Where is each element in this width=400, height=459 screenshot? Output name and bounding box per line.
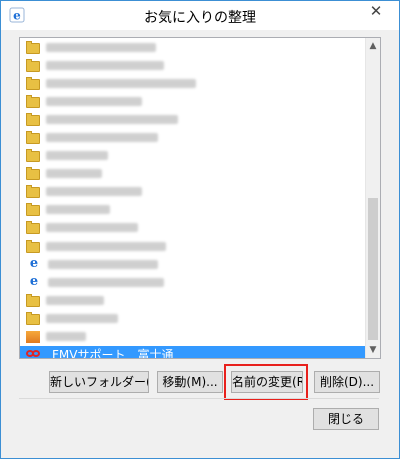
vertical-scrollbar[interactable]: ▲ ▼	[365, 38, 380, 358]
list-item[interactable]	[20, 201, 365, 219]
folder-icon	[26, 203, 40, 217]
blurred-item-label	[46, 114, 178, 124]
scrollbar-thumb[interactable]	[368, 198, 378, 340]
selected-item-label: FMVサポート 富士通	[52, 348, 174, 359]
new-folder-button[interactable]: 新しいフォルダー(N)	[49, 371, 149, 393]
list-item[interactable]	[20, 56, 365, 74]
folder-icon	[26, 76, 40, 90]
move-button[interactable]: 移動(M)...	[157, 371, 223, 393]
blurred-item-label	[46, 223, 138, 233]
rename-button[interactable]: 名前の変更(R)	[231, 371, 303, 393]
close-button[interactable]: 閉じる	[313, 408, 379, 430]
blurred-item-label	[46, 133, 158, 143]
list-item[interactable]	[20, 183, 365, 201]
blurred-item-label	[48, 259, 158, 269]
list-item-selected[interactable]: FMVサポート 富士通	[20, 345, 365, 359]
close-window-button[interactable]: ✕	[363, 1, 389, 21]
list-item[interactable]	[20, 165, 365, 183]
folder-icon	[26, 94, 40, 108]
scroll-down-arrow-icon[interactable]: ▼	[366, 342, 380, 358]
list-item[interactable]	[20, 38, 365, 56]
folder-icon	[26, 149, 40, 163]
blurred-item-label	[46, 241, 166, 251]
list-item[interactable]	[20, 328, 365, 346]
ie-link-icon: e	[29, 274, 39, 290]
list-item[interactable]	[20, 74, 365, 92]
list-item[interactable]	[20, 291, 365, 309]
delete-button[interactable]: 削除(D)...	[314, 371, 380, 393]
list-item[interactable]	[20, 128, 365, 146]
favorites-rows: e e FMVサポート 富士通	[20, 38, 365, 359]
organize-favorites-dialog: e お気に入りの整理 ✕ ee FMVサポート 富士通 ▲ ▼ 新しいフォルダー(…	[0, 0, 400, 459]
thumbnail-icon	[26, 330, 40, 343]
ie-link-icon: e	[29, 256, 39, 272]
folder-icon	[26, 167, 40, 181]
blurred-item-label	[46, 42, 156, 52]
favorites-list[interactable]: e e FMVサポート 富士通 ▲ ▼	[19, 37, 381, 359]
title-bar: e お気に入りの整理 ✕	[1, 1, 399, 30]
folder-icon	[26, 293, 40, 307]
blurred-item-label	[46, 332, 86, 342]
folder-icon	[26, 112, 40, 126]
list-item[interactable]	[20, 237, 365, 255]
blurred-item-label	[46, 96, 142, 106]
list-item[interactable]	[20, 147, 365, 165]
blurred-item-label	[48, 277, 164, 287]
folder-icon	[26, 311, 40, 325]
folder-icon	[26, 40, 40, 54]
folder-icon	[26, 58, 40, 72]
blurred-item-label	[46, 187, 142, 197]
blurred-item-label	[46, 169, 102, 179]
scroll-up-arrow-icon[interactable]: ▲	[366, 38, 380, 54]
blurred-item-label	[46, 205, 110, 215]
list-item[interactable]	[20, 92, 365, 110]
folder-icon	[26, 239, 40, 253]
window-title: お気に入りの整理	[144, 10, 256, 26]
list-item[interactable]	[20, 219, 365, 237]
blurred-item-label	[46, 151, 108, 161]
folder-icon	[26, 131, 40, 145]
blurred-item-label	[46, 313, 118, 323]
blurred-item-label	[46, 60, 164, 70]
list-item[interactable]: e	[20, 273, 365, 291]
fmv-support-icon	[26, 348, 42, 358]
blurred-item-label	[46, 78, 196, 88]
list-item[interactable]	[20, 309, 365, 327]
blurred-item-label	[46, 295, 104, 305]
divider	[19, 398, 379, 399]
folder-icon	[26, 185, 40, 199]
folder-icon	[26, 221, 40, 235]
list-item[interactable]	[20, 110, 365, 128]
list-item[interactable]: e	[20, 255, 365, 273]
